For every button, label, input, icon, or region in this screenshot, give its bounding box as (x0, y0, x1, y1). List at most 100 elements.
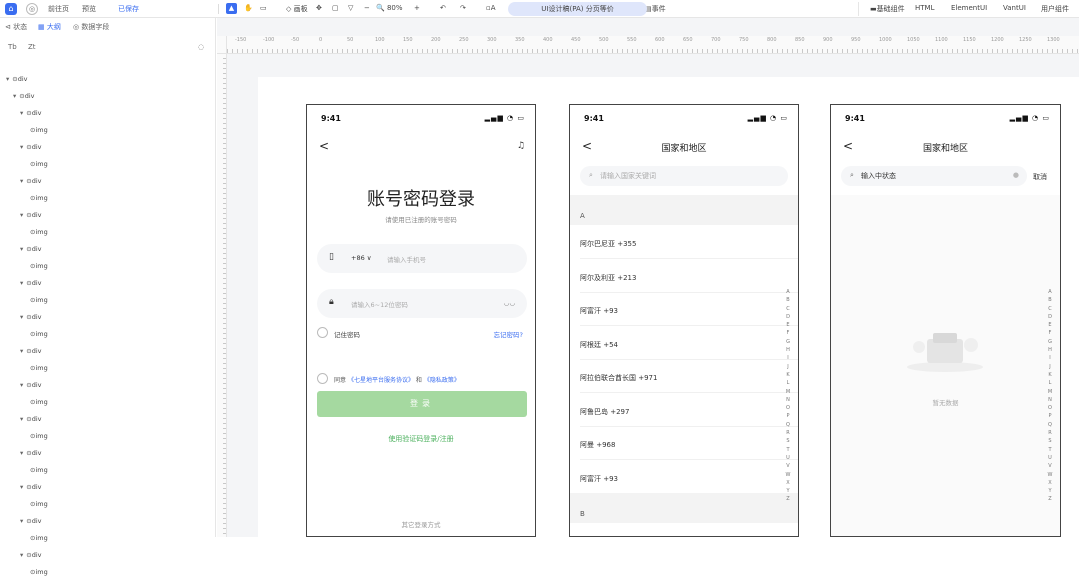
home-icon[interactable]: ⌂ (5, 3, 17, 15)
index-letter[interactable]: W (1046, 471, 1054, 479)
tree-node[interactable]: ⊙img (27, 228, 48, 236)
caret-icon[interactable]: ▾ (20, 211, 23, 219)
sms-login-link[interactable]: 使用验证码登录/注册 (307, 434, 535, 444)
privacy-policy-link[interactable]: 《隐私政策》 (424, 377, 460, 384)
index-letter[interactable]: Z (1046, 495, 1054, 503)
tree-node[interactable]: ▾ ⊙div (6, 75, 28, 83)
index-letter[interactable]: C (1046, 305, 1054, 313)
search-input[interactable]: ⌕ 输入中状态 ● (841, 166, 1027, 186)
tree-node[interactable]: ▾ ⊙div (20, 347, 42, 355)
caret-icon[interactable]: ▾ (20, 143, 23, 151)
index-letter[interactable]: L (1046, 379, 1054, 387)
menu-item-1[interactable]: 前往页 (48, 4, 69, 14)
index-letter[interactable]: V (784, 462, 792, 470)
country-item[interactable]: 阿尔巴尼亚 +355 (580, 239, 636, 249)
tree-node[interactable]: ⊙img (27, 364, 48, 372)
index-letter[interactable]: D (1046, 313, 1054, 321)
zoom-in-icon[interactable]: + (414, 4, 420, 12)
move-tool-icon[interactable]: ✥ (316, 4, 322, 12)
index-letter[interactable]: X (784, 479, 792, 487)
tree-node[interactable]: ▾ ⊙div (20, 279, 42, 287)
refresh-icon[interactable]: ◌ (198, 43, 204, 51)
lib-tab-vantui[interactable]: VantUI (1003, 4, 1026, 12)
tree-node[interactable]: ▾ ⊙div (20, 313, 42, 321)
index-letter[interactable]: X (1046, 479, 1054, 487)
country-item[interactable]: 阿根廷 +54 (580, 340, 618, 350)
settings-icon[interactable]: ◎ (26, 3, 38, 15)
index-letter[interactable]: D (784, 313, 792, 321)
country-item[interactable]: 阿拉伯联合酋长国 +971 (580, 373, 657, 383)
index-letter[interactable]: K (1046, 371, 1054, 379)
caret-icon[interactable]: ▾ (20, 245, 23, 253)
index-letter[interactable]: J (784, 363, 792, 371)
tree-node[interactable]: ⊙img (27, 126, 48, 134)
index-letter[interactable]: Y (1046, 487, 1054, 495)
tree-node[interactable]: ⊙img (27, 466, 48, 474)
index-letter[interactable]: T (1046, 446, 1054, 454)
select-tool-icon[interactable]: ▲ (226, 3, 237, 14)
caret-icon[interactable]: ▾ (20, 347, 23, 355)
tree-node[interactable]: ⊙img (27, 160, 48, 168)
clear-icon[interactable]: ● (1013, 171, 1019, 179)
index-letter[interactable]: B (784, 296, 792, 304)
index-letter[interactable]: B (1046, 296, 1054, 304)
index-letter[interactable]: N (1046, 396, 1054, 404)
index-letter[interactable]: H (1046, 346, 1054, 354)
zoom-out-icon[interactable]: − (364, 4, 370, 12)
lib-tab-basic[interactable]: ▬基础组件 (870, 4, 905, 14)
event-tool[interactable]: ▤事件 (645, 4, 666, 14)
zoom-level[interactable]: 🔍 80% (376, 4, 403, 12)
index-letter[interactable]: K (784, 371, 792, 379)
index-letter[interactable]: V (1046, 462, 1054, 470)
index-letter[interactable]: N (784, 396, 792, 404)
tree-node[interactable]: ⊙img (27, 262, 48, 270)
caret-icon[interactable]: ▾ (6, 75, 9, 83)
index-letter[interactable]: Z (784, 495, 792, 503)
caret-icon[interactable]: ▾ (20, 449, 23, 457)
eye-closed-icon[interactable]: ◡◡ (504, 299, 515, 307)
index-letter[interactable]: T (784, 446, 792, 454)
index-letter[interactable]: C (784, 305, 792, 313)
filter-tb[interactable]: Tb (8, 43, 17, 51)
tree-node[interactable]: ⊙img (27, 398, 48, 406)
tree-node[interactable]: ▾ ⊙div (20, 381, 42, 389)
agree-checkbox[interactable] (317, 373, 328, 384)
tab-state[interactable]: ⊲ 状态 (5, 22, 27, 32)
tree-node[interactable]: ⊙img (27, 296, 48, 304)
index-letter[interactable]: E (784, 321, 792, 329)
image-tool-icon[interactable]: ▢ (332, 4, 339, 12)
index-letter[interactable]: R (784, 429, 792, 437)
tree-node[interactable]: ▾ ⊙div (20, 143, 42, 151)
caret-icon[interactable]: ▾ (20, 279, 23, 287)
index-letter[interactable]: P (784, 412, 792, 420)
phone-login[interactable]: 9:41 ▂▄▆ ◔ ▭ < ♫ 账号密码登录 请使用已注册的账号密码 ▯ +8… (306, 104, 536, 537)
index-letter[interactable]: P (1046, 412, 1054, 420)
search-input[interactable]: ⌕ 请输入国家关键词 (580, 166, 788, 186)
index-letter[interactable]: Q (1046, 421, 1054, 429)
index-letter[interactable]: U (784, 454, 792, 462)
index-letter[interactable]: Q (784, 421, 792, 429)
tree-node[interactable]: ⊙img (27, 568, 48, 576)
index-letter[interactable]: A (1046, 288, 1054, 296)
service-agreement-link[interactable]: 《七星地平台服务协议》 (348, 377, 414, 384)
country-item[interactable]: 阿富汗 +93 (580, 306, 618, 316)
back-icon[interactable]: < (319, 139, 329, 153)
country-item[interactable]: 阿富汗 +93 (580, 474, 618, 484)
tab-data-fields[interactable]: ◎ 数据字段 (73, 22, 109, 32)
index-letter[interactable]: S (1046, 437, 1054, 445)
index-letter[interactable]: O (1046, 404, 1054, 412)
remember-checkbox[interactable] (317, 327, 328, 338)
index-letter[interactable]: L (784, 379, 792, 387)
text-tool[interactable]: ▫A (486, 4, 496, 12)
caret-icon[interactable]: ▾ (20, 313, 23, 321)
shape-tool-icon[interactable]: ▭ (260, 4, 267, 12)
lib-tab-elementui[interactable]: ElementUI (951, 4, 987, 12)
caret-icon[interactable]: ▾ (20, 483, 23, 491)
redo-icon[interactable]: ↷ (460, 4, 466, 12)
index-letter[interactable]: J (1046, 363, 1054, 371)
tree-node[interactable]: ▾ ⊙div (20, 211, 42, 219)
index-letter[interactable]: O (784, 404, 792, 412)
country-item[interactable]: 阿尔及利亚 +213 (580, 273, 636, 283)
caret-icon[interactable]: ▾ (20, 551, 23, 559)
caret-icon[interactable]: ▾ (20, 381, 23, 389)
